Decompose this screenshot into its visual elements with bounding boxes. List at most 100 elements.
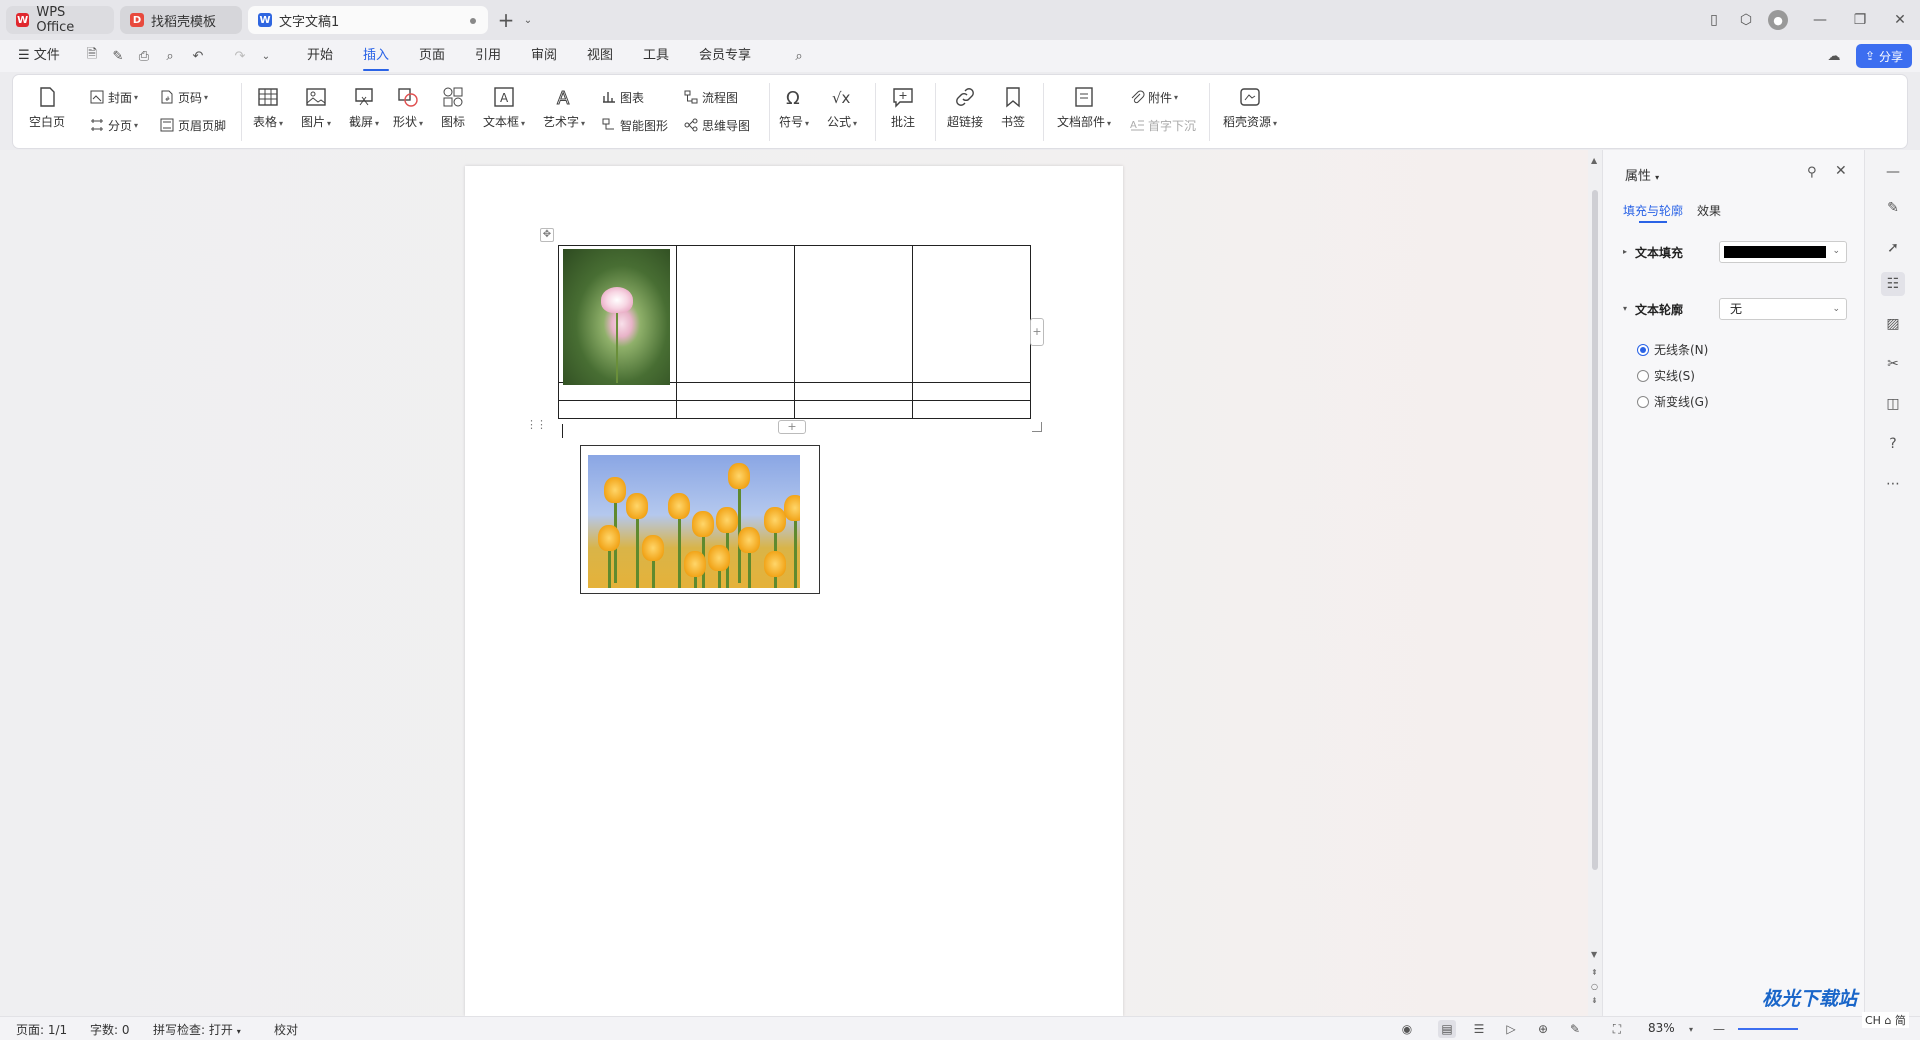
menu-tools[interactable]: 工具 xyxy=(643,46,669,66)
print-icon[interactable]: ⎙ xyxy=(134,46,154,66)
icon-button[interactable]: 图标 xyxy=(441,85,465,130)
collapse-arrow-icon[interactable]: ▾ xyxy=(1623,304,1627,313)
fit-page-icon[interactable]: ⛶ xyxy=(1608,1020,1626,1038)
next-page-icon[interactable]: ⇟ xyxy=(1591,996,1598,1005)
table-cell[interactable] xyxy=(912,245,1031,383)
table-cell[interactable] xyxy=(558,382,677,401)
zoom-slider[interactable] xyxy=(1738,1028,1798,1030)
comment-button[interactable]: 批注 xyxy=(891,85,915,130)
panel-close-icon[interactable]: ✕ xyxy=(1835,163,1847,179)
undo-icon[interactable]: ↶ xyxy=(188,46,208,66)
radio-no-line[interactable]: 无线条(N) xyxy=(1637,341,1708,358)
menu-review[interactable]: 审阅 xyxy=(531,46,557,66)
expand-arrow-icon[interactable]: ▸ xyxy=(1623,247,1627,256)
web-view-icon[interactable]: ⊕ xyxy=(1534,1020,1552,1038)
table-move-handle[interactable]: ✥ xyxy=(540,228,554,242)
word-count[interactable]: 字数: 0 xyxy=(90,1021,130,1038)
menu-view[interactable]: 视图 xyxy=(587,46,613,66)
write-mode-icon[interactable]: ✎ xyxy=(1566,1020,1584,1038)
picture-button[interactable]: 图片 ▾ xyxy=(301,85,331,130)
textbox-button[interactable]: A 文本框 ▾ xyxy=(483,85,525,130)
file-menu[interactable]: ☰ 文件 xyxy=(18,46,60,66)
zoom-out-icon[interactable]: — xyxy=(1710,1020,1728,1038)
select-browse-icon[interactable]: ○ xyxy=(1591,982,1598,991)
table-cell[interactable] xyxy=(794,245,913,383)
pin-icon[interactable]: ⚲ xyxy=(1807,165,1817,180)
format-painter-icon[interactable]: ✎ xyxy=(108,46,128,66)
more-chevron-icon[interactable]: ⌄ xyxy=(256,46,276,66)
minimize-icon[interactable]: — xyxy=(1810,10,1830,30)
adjust-sliders-icon[interactable]: ☷ xyxy=(1881,272,1905,296)
cube-icon[interactable]: ⬡ xyxy=(1736,10,1756,30)
pagenum-button[interactable]: # 页码 ▾ xyxy=(159,87,208,107)
scroll-up-icon[interactable]: ▲ xyxy=(1591,156,1597,165)
tab-document[interactable]: W 文字文稿1 xyxy=(248,6,488,34)
table-cell[interactable] xyxy=(912,400,1031,419)
table-cell[interactable] xyxy=(676,245,795,383)
menu-reference[interactable]: 引用 xyxy=(475,46,501,66)
tab-effect[interactable]: 效果 xyxy=(1697,202,1721,219)
play-icon[interactable]: ▷ xyxy=(1502,1020,1520,1038)
docpart-button[interactable]: 文档部件 ▾ xyxy=(1057,85,1111,130)
smartart-button[interactable]: 智能图形 xyxy=(601,115,668,135)
picture-edit-icon[interactable]: ▨ xyxy=(1881,312,1905,336)
table-cell[interactable] xyxy=(912,382,1031,401)
flowchart-button[interactable]: 流程图 xyxy=(683,87,738,107)
avatar[interactable]: ● xyxy=(1768,10,1788,30)
hyperlink-button[interactable]: 超链接 xyxy=(947,85,983,130)
prev-page-icon[interactable]: ⇞ xyxy=(1591,968,1598,977)
drag-handle-icon[interactable]: ⋮⋮ xyxy=(526,418,547,431)
save-icon[interactable]: 🗎 xyxy=(82,46,102,66)
scroll-thumb[interactable] xyxy=(1592,190,1598,870)
menu-member[interactable]: 会员专享 xyxy=(699,46,751,66)
add-column-button[interactable]: + xyxy=(1030,318,1044,346)
table-cell[interactable] xyxy=(676,400,795,419)
document-page[interactable]: ✥ + + ⋮⋮ xyxy=(465,166,1123,1016)
close-icon[interactable]: ✕ xyxy=(1890,10,1910,30)
proofread-button[interactable]: 校对 xyxy=(274,1021,298,1038)
cloud-icon[interactable]: ☁ xyxy=(1824,46,1844,66)
menu-start[interactable]: 开始 xyxy=(307,46,333,66)
table-cell[interactable] xyxy=(558,400,677,419)
restore-icon[interactable]: ❐ xyxy=(1850,10,1870,30)
tools-icon[interactable]: ✂ xyxy=(1881,352,1905,376)
share-button[interactable]: ⇪ 分享 xyxy=(1856,44,1912,68)
shape-button[interactable]: 形状 ▾ xyxy=(393,85,423,130)
radio-solid-line[interactable]: 实线(S) xyxy=(1637,367,1695,384)
new-tab-plus-icon[interactable]: + xyxy=(496,8,516,32)
menu-insert[interactable]: 插入 xyxy=(363,46,390,71)
mindmap-button[interactable]: 思维导图 xyxy=(683,115,750,135)
more-icon[interactable]: ⋯ xyxy=(1881,472,1905,496)
formula-button[interactable]: √x 公式 ▾ xyxy=(827,85,857,130)
page-view-icon[interactable]: ▤ xyxy=(1438,1020,1456,1038)
table-cell[interactable] xyxy=(794,400,913,419)
print-preview-icon[interactable]: ⌕ xyxy=(160,46,180,66)
vertical-scrollbar[interactable]: ▲ ▼ ⇞ ○ ⇟ xyxy=(1588,150,1602,1016)
table-cell[interactable] xyxy=(676,382,795,401)
tab-wps-office[interactable]: W WPS Office xyxy=(6,5,114,35)
tab-fill-outline[interactable]: 填充与轮廓 xyxy=(1623,202,1683,223)
symbol-button[interactable]: Ω 符号 ▾ xyxy=(779,85,809,130)
spell-check-toggle[interactable]: 拼写检查: 打开 ▾ xyxy=(153,1021,241,1038)
redo-icon[interactable]: ↷ xyxy=(230,46,250,66)
book-icon[interactable]: ◫ xyxy=(1881,392,1905,416)
pen-icon[interactable]: ✎ xyxy=(1881,196,1905,220)
eye-icon[interactable]: ◉ xyxy=(1398,1020,1416,1038)
select-arrow-icon[interactable]: ➚ xyxy=(1881,236,1905,260)
collapse-panel-icon[interactable]: — xyxy=(1881,160,1905,184)
tab-list-chevron-icon[interactable]: ⌄ xyxy=(518,10,538,30)
add-row-button[interactable]: + xyxy=(778,420,806,434)
tab-template[interactable]: D 找稻壳模板 xyxy=(120,6,242,34)
zoom-dropdown-icon[interactable]: ▾ xyxy=(1682,1020,1700,1038)
page-indicator[interactable]: 页面: 1/1 xyxy=(16,1021,67,1038)
table-button[interactable]: 表格 ▾ xyxy=(253,85,283,130)
bookmark-button[interactable]: 书签 xyxy=(1001,85,1025,130)
table-cell[interactable] xyxy=(794,382,913,401)
attachment-button[interactable]: 附件 ▾ xyxy=(1129,87,1178,107)
zoom-level[interactable]: 83% xyxy=(1648,1021,1675,1035)
layout-icon[interactable]: ▯ xyxy=(1704,10,1724,30)
dropcap-button[interactable]: A 首字下沉 xyxy=(1129,115,1196,135)
chart-button[interactable]: 图表 xyxy=(601,87,644,107)
help-icon[interactable]: ? xyxy=(1881,432,1905,456)
panel-title[interactable]: 属性 ▾ xyxy=(1625,165,1659,184)
